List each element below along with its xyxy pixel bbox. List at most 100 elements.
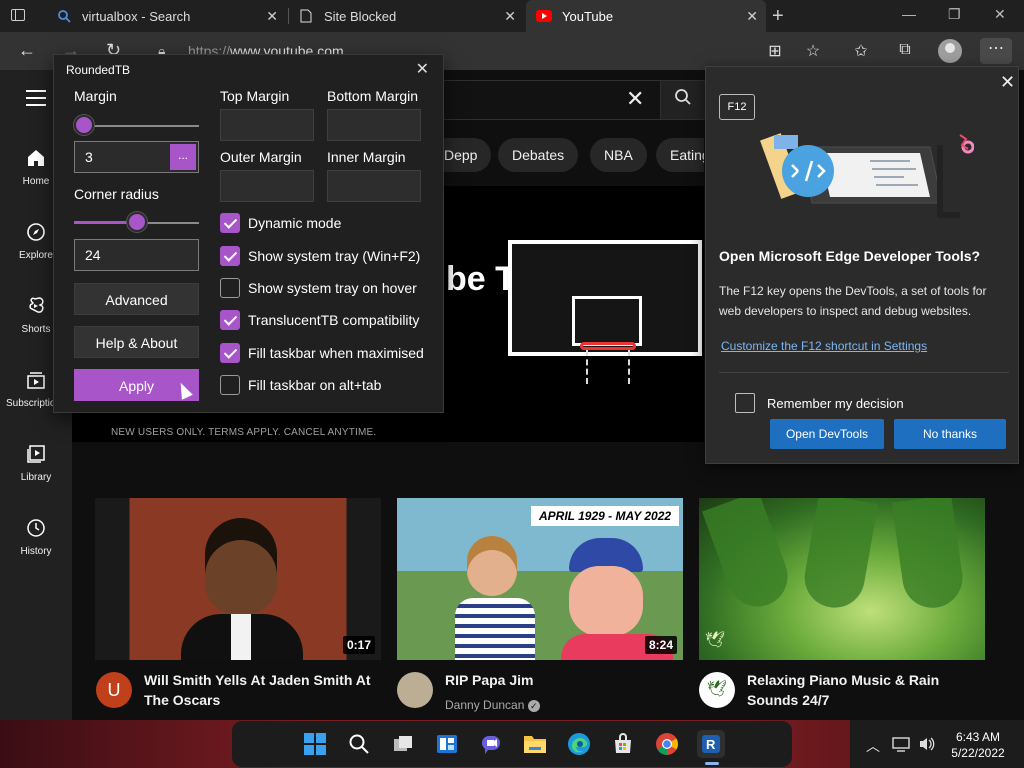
option-dynamic-mode[interactable]: Dynamic mode (220, 212, 341, 234)
customize-shortcut-link[interactable]: Customize the F12 shortcut in Settings (721, 339, 927, 353)
checkbox-checked[interactable] (220, 343, 240, 363)
window-close-icon[interactable]: ✕ (994, 6, 1006, 23)
thumbnail-person (455, 536, 535, 660)
search-icon (56, 8, 72, 24)
option-fill-maximised[interactable]: Fill taskbar when maximised (220, 342, 424, 364)
subscriptions-icon (25, 370, 47, 392)
bottom-margin-label: Bottom Margin (327, 88, 419, 104)
volume-icon[interactable] (918, 736, 936, 755)
sidebar-item-library[interactable]: Library (0, 444, 72, 483)
checkbox-unchecked[interactable] (220, 375, 240, 395)
channel-avatar[interactable]: 🕊︎ (699, 672, 735, 708)
divider (719, 372, 1009, 373)
active-app-indicator (705, 762, 719, 765)
edge-icon[interactable] (565, 730, 593, 758)
chip-eating[interactable]: Eating (656, 138, 704, 172)
store-icon[interactable] (609, 730, 637, 758)
option-fill-alt-tab[interactable]: Fill taskbar on alt+tab (220, 374, 381, 396)
tab-site-blocked[interactable]: Site Blocked ✕ (288, 0, 524, 32)
video-title[interactable]: Will Smith Yells At Jaden Smith At The O… (144, 670, 384, 710)
remember-label: Remember my decision (767, 395, 904, 411)
inner-margin-label: Inner Margin (327, 149, 406, 165)
tab-actions-icon[interactable] (10, 7, 28, 25)
add-favorite-icon[interactable]: ☆ (802, 41, 824, 63)
corner-radius-label: Corner radius (74, 186, 159, 202)
outer-margin-label: Outer Margin (220, 149, 302, 165)
teams-chat-icon[interactable] (477, 730, 505, 758)
window-title: RoundedTB (66, 63, 131, 77)
help-about-button[interactable]: Help & About (74, 326, 199, 358)
inner-margin-input[interactable] (327, 170, 421, 202)
close-tab-icon[interactable]: ✕ (504, 8, 516, 25)
video-title[interactable]: Relaxing Piano Music & Rain Sounds 24/7 (747, 670, 987, 710)
checkbox-unchecked[interactable] (735, 393, 755, 413)
restore-icon[interactable]: ❐ (948, 6, 961, 23)
channel-avatar[interactable] (397, 672, 433, 708)
new-tab-icon[interactable]: + (772, 5, 784, 28)
search-icon[interactable] (345, 730, 373, 758)
back-icon[interactable]: ← (18, 40, 36, 61)
chip-debates[interactable]: Debates (498, 138, 579, 172)
favorites-icon[interactable]: ✩ (850, 41, 872, 63)
minimize-icon[interactable]: — (902, 6, 916, 22)
chip-nba[interactable]: NBA (590, 138, 647, 172)
close-icon[interactable]: ✕ (416, 59, 429, 79)
video-thumbnail[interactable]: 🕊︎ (699, 498, 985, 660)
top-margin-input[interactable] (220, 109, 314, 141)
network-icon[interactable] (892, 736, 910, 755)
close-tab-icon[interactable]: ✕ (266, 8, 278, 25)
tab-youtube[interactable]: YouTube ✕ (526, 0, 766, 32)
clear-search-icon[interactable]: ✕ (626, 86, 644, 112)
settings-more-icon[interactable]: ⋯ (980, 38, 1012, 64)
chevron-up-icon[interactable]: ︿ (866, 736, 880, 756)
start-icon[interactable] (301, 730, 329, 758)
file-explorer-icon[interactable] (521, 730, 549, 758)
task-view-icon[interactable] (389, 730, 417, 758)
clock-date: 5/22/2022 (951, 746, 1005, 760)
option-translucenttb[interactable]: TranslucentTB compatibility (220, 309, 419, 331)
chrome-icon[interactable] (653, 730, 681, 758)
video-duration: 0:17 (342, 636, 375, 654)
sidebar-item-history[interactable]: History (0, 518, 72, 557)
corner-slider-thumb[interactable] (127, 212, 147, 232)
close-tab-icon[interactable]: ✕ (746, 8, 758, 25)
sidebar-item-label: Shorts (21, 324, 51, 335)
video-thumbnail[interactable]: APRIL 1929 - MAY 2022 8:24 (397, 498, 683, 660)
channel-avatar[interactable]: U (96, 672, 132, 708)
tab-virtualbox-search[interactable]: virtualbox - Search ✕ (46, 0, 286, 32)
history-icon (25, 518, 47, 540)
checkbox-unchecked[interactable] (220, 278, 240, 298)
option-label: Show system tray on hover (248, 280, 417, 296)
video-thumbnail[interactable]: 0:17 (95, 498, 381, 660)
margin-more-button[interactable]: ... (170, 144, 196, 170)
widgets-icon[interactable] (433, 730, 461, 758)
advanced-button[interactable]: Advanced (74, 283, 199, 315)
close-icon[interactable]: ✕ (1000, 72, 1015, 93)
remember-decision-option[interactable]: Remember my decision (735, 393, 904, 413)
menu-icon[interactable] (26, 90, 46, 106)
corner-radius-input[interactable]: 24 (74, 239, 199, 271)
checkbox-checked[interactable] (220, 246, 240, 266)
collections-icon[interactable]: ⧉ (894, 41, 916, 63)
option-label: Show system tray (Win+F2) (248, 248, 421, 264)
option-label: TranslucentTB compatibility (248, 312, 420, 328)
bottom-margin-input[interactable] (327, 109, 421, 141)
search-button[interactable] (660, 80, 706, 120)
roundedtb-icon[interactable]: R (697, 730, 725, 758)
devtools-illustration (760, 133, 974, 218)
outer-margin-input[interactable] (220, 170, 314, 202)
checkbox-checked[interactable] (220, 310, 240, 330)
svg-text:R: R (706, 737, 716, 752)
option-show-system-tray[interactable]: Show system tray (Win+F2) (220, 245, 420, 267)
checkbox-checked[interactable] (220, 213, 240, 233)
profile-avatar[interactable] (938, 39, 962, 63)
channel-name[interactable]: Danny Duncan ✓ (445, 698, 540, 712)
no-thanks-button[interactable]: No thanks (894, 419, 1006, 449)
taskbar-clock[interactable]: 6:43 AM 5/22/2022 (946, 729, 1010, 761)
open-devtools-button[interactable]: Open DevTools (770, 419, 884, 449)
option-tray-on-hover[interactable]: Show system tray on hover (220, 277, 417, 299)
apps-icon[interactable]: ⊞ (764, 41, 786, 63)
video-title[interactable]: RIP Papa Jim (445, 670, 685, 690)
margin-slider-thumb[interactable] (74, 115, 94, 135)
browser-tab-strip: virtualbox - Search ✕ Site Blocked ✕ You… (0, 0, 1024, 32)
